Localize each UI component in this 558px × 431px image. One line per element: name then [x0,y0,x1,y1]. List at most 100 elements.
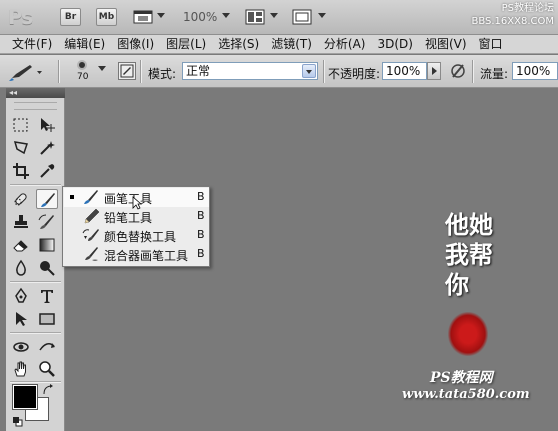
flyout-item-brush[interactable]: 画笔工具 B [64,188,209,210]
flow-input[interactable]: 100% [512,62,558,80]
tool-preset-picker[interactable] [8,62,44,82]
foreground-color-swatch[interactable] [12,384,38,410]
eraser-tool[interactable] [10,235,32,255]
photoshop-logo: Ps [8,5,33,29]
brush-preset-picker[interactable]: 70 [70,59,110,85]
3d-orbit-tool[interactable] [36,337,58,357]
move-arrow-icon [41,118,55,132]
flyout-label-mixer-brush: 混合器画笔工具 [104,249,189,263]
eyedropper-icon [40,164,55,178]
water-drop-icon [16,259,26,276]
quick-selection-tool[interactable] [36,138,58,158]
toggle-brush-panel-button[interactable] [118,62,136,80]
collapse-panel-icon[interactable]: ◂◂ [6,88,65,98]
view-extras-button[interactable] [133,9,153,25]
polygonal-lasso-icon [13,141,28,155]
menu-file[interactable]: 文件(F) [0,35,58,53]
type-tool[interactable] [36,286,58,306]
menu-window[interactable]: 窗口 [473,35,509,53]
selection-arrow-icon [16,312,27,326]
screen-mode-icon [292,9,312,25]
mixer-brush-icon [85,247,98,261]
menu-bar: 文件(F) 编辑(E) 图像(I) 图层(L) 选择(S) 滤镜(T) 分析(A… [0,35,558,54]
opacity-slider-button[interactable] [427,62,441,80]
history-brush-tool[interactable] [36,212,58,232]
3d-rotate-tool[interactable] [10,337,32,357]
3d-rotate-icon [13,342,29,352]
flow-label: 流量: [480,67,509,81]
3d-orbit-icon [39,343,55,351]
arrange-documents-button[interactable] [245,9,265,25]
color-replacement-icon [82,229,99,241]
brush-tool-flyout-menu: 画笔工具 B 铅笔工具 B 颜色替换工具 B 混合器画笔工具 B [62,186,210,267]
menu-view[interactable]: 视图(V) [419,35,473,53]
options-bar: 70 模式: 正常 不透明度: 100% 流量: 100% [0,55,558,88]
flyout-item-color-replacement[interactable]: 颜色替换工具 B [64,226,209,245]
menu-image[interactable]: 图像(I) [111,35,160,53]
spot-healing-brush-tool[interactable] [10,189,32,209]
path-selection-tool[interactable] [10,309,32,329]
move-tool[interactable] [36,115,58,135]
application-bar: Ps Br Mb 100% PS教程论坛 BBS.16XX8.COM [0,0,558,35]
swap-colors-button[interactable] [42,384,54,396]
brush-panel-icon [120,64,134,78]
flyout-shortcut-brush: B [197,190,205,203]
rectangle-tool[interactable] [36,309,58,329]
forum-watermark-url: BBS.16XX8.COM [471,16,554,27]
forum-watermark-title: PS教程论坛 [501,3,554,14]
zoom-tool[interactable] [36,359,58,379]
dodge-icon [40,261,55,276]
menu-3d[interactable]: 3D(D) [371,35,418,53]
screen-mode-button[interactable] [292,9,312,25]
screen-mode-dropdown-arrow[interactable] [318,13,326,18]
tools-divider [10,332,61,334]
panel-grip[interactable] [14,102,57,110]
eyedropper-tool[interactable] [36,161,58,181]
pen-nib-icon [15,287,27,303]
menu-select[interactable]: 选择(S) [212,35,265,53]
launch-bridge-button[interactable]: Br [60,8,81,26]
menu-analysis[interactable]: 分析(A) [318,35,372,53]
forum-watermark: PS教程论坛 BBS.16XX8.COM [471,2,554,28]
view-extras-dropdown-arrow[interactable] [157,13,165,18]
flyout-item-pencil[interactable]: 铅笔工具 B [64,207,209,226]
layout-grid-icon [245,9,265,25]
menu-edit[interactable]: 编辑(E) [58,35,111,53]
tools-panel: ◂◂ [6,88,65,431]
zoom-dropdown-arrow[interactable] [222,13,230,18]
opacity-input[interactable]: 100% [382,62,427,80]
dodge-tool[interactable] [36,258,58,278]
pen-tool[interactable] [10,286,32,306]
brush-icon [41,193,55,207]
history-brush-icon [38,214,54,229]
site-name-watermark: PS教程网 [430,370,493,386]
default-colors-button[interactable] [13,416,23,427]
marquee-tool[interactable] [10,115,32,135]
crop-icon [13,163,29,179]
flyout-label-pencil: 铅笔工具 [104,211,153,225]
menu-layer[interactable]: 图层(L) [160,35,212,53]
blend-mode-select[interactable]: 正常 [182,62,318,80]
crop-tool[interactable] [10,161,32,181]
menu-filter[interactable]: 滤镜(T) [265,35,318,53]
gradient-tool[interactable] [36,235,58,255]
chevron-down-icon [98,66,106,71]
brush-tool[interactable] [36,189,58,209]
hand-tool[interactable] [10,359,32,379]
zoom-level[interactable]: 100% [183,10,217,24]
blend-mode-value: 正常 [186,64,211,78]
mode-label: 模式: [148,67,177,81]
opacity-label: 不透明度: [328,67,381,81]
blur-tool[interactable] [10,258,32,278]
launch-mini-bridge-button[interactable]: Mb [96,8,117,26]
flyout-item-mixer-brush[interactable]: 混合器画笔工具 B [64,245,209,264]
arrange-dropdown-arrow[interactable] [270,13,278,18]
site-url-watermark: www.tata580.com [402,387,530,402]
clone-stamp-tool[interactable] [10,212,32,232]
tools-divider [10,381,61,383]
hand-icon [14,361,26,377]
pressure-opacity-button[interactable] [448,62,468,80]
calligraphy-text: 他她我帮你 [445,210,493,299]
lasso-tool[interactable] [10,138,32,158]
healing-bandage-icon [14,193,27,206]
